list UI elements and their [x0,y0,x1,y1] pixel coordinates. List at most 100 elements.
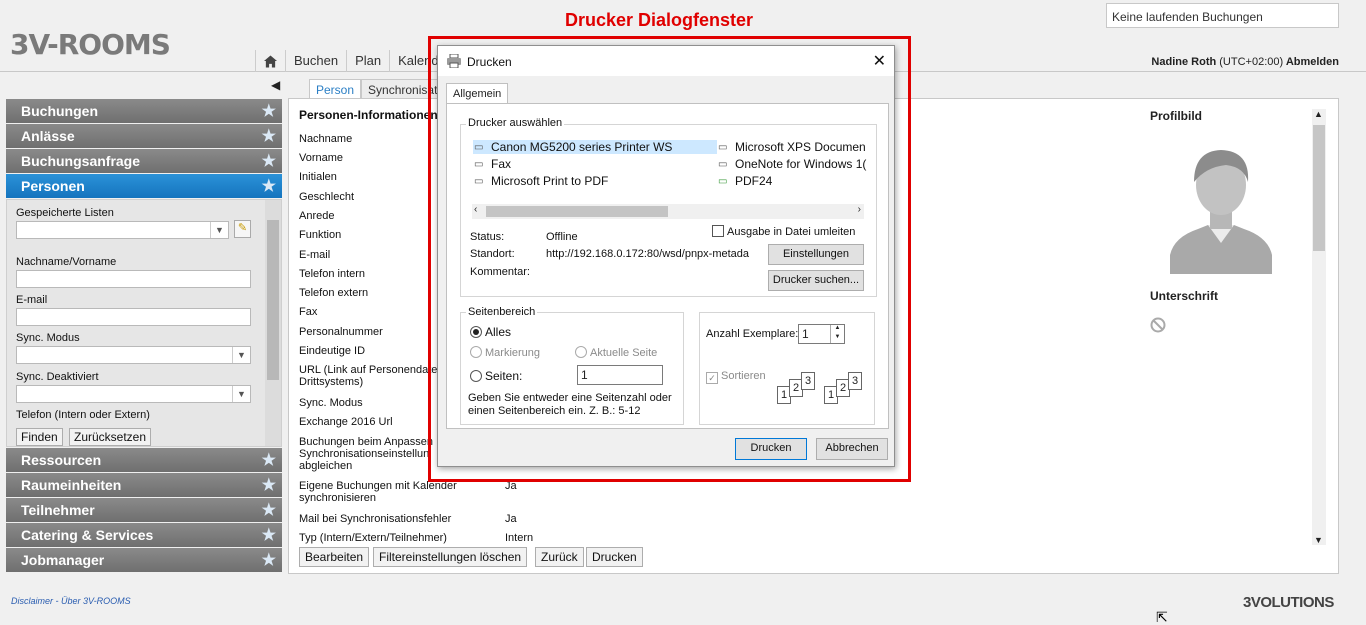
copies-stepper[interactable]: 1 ▲ ▼ [798,324,845,344]
timezone: (UTC+02:00) [1219,56,1284,68]
app-logo[interactable]: 3V-ROOMS [10,28,171,61]
sync-deactivated-select[interactable]: ▼ [16,385,251,403]
scrollbar-thumb[interactable] [267,220,279,380]
sidebar-item-buchungen[interactable]: Buchungen ★ [6,99,282,123]
chevron-down-icon[interactable]: ▼ [232,347,250,363]
printer-label: PDF24 [735,174,773,188]
chevron-up-icon[interactable]: ▲ [830,325,844,334]
booking-status-box[interactable]: Keine laufenden Buchungen [1106,3,1339,28]
nav-plan[interactable]: Plan [347,50,391,72]
home-icon[interactable] [256,50,286,72]
chevron-up-icon[interactable]: ▲ [1314,109,1323,119]
clear-filter-button[interactable]: Filtereinstellungen löschen [373,547,528,567]
filter-sync-mode-label: Sync. Modus [16,332,80,344]
back-button[interactable]: Zurück [535,547,584,567]
printer-icon: ▭ [718,159,728,170]
star-icon[interactable]: ★ [262,550,276,570]
pages-input[interactable]: 1 [577,365,663,385]
collate-checkbox[interactable]: ✓ Sortieren [706,370,766,384]
star-icon[interactable]: ★ [262,500,276,520]
logout-link[interactable]: Abmelden [1286,56,1339,68]
dialog-titlebar[interactable]: Drucken ✕ [438,46,894,76]
saved-lists-select[interactable]: ▼ [16,221,229,239]
printer-canon[interactable]: Canon MG5200 series Printer WS [473,140,717,154]
print-dialog: Drucken ✕ Allgemein Drucker auswählen Ca… [437,45,895,467]
avatar[interactable] [1166,137,1276,277]
save-list-icon[interactable]: ✎ [234,220,251,238]
sidebar-scrollbar[interactable] [265,200,281,446]
chevron-right-icon[interactable]: › [858,204,861,215]
edit-button[interactable]: Bearbeiten [299,547,370,567]
radio-icon[interactable] [470,346,482,358]
footer-links[interactable]: Disclaimer - Über 3V-ROOMS [11,596,131,606]
status-value: Offline [546,231,578,243]
radio-icon[interactable] [575,346,587,358]
chevron-down-icon[interactable]: ▼ [830,334,844,343]
chevron-down-icon[interactable]: ▼ [1314,535,1323,545]
signature-label: Unterschrift [1150,289,1219,303]
field-label: Vorname [299,152,344,164]
range-selection-radio[interactable]: Markierung [470,346,540,359]
sidebar-item-buchungsanfrage[interactable]: Buchungsanfrage ★ [6,149,282,173]
scrollbar-thumb[interactable] [486,206,668,217]
user-name: Nadine Roth [1151,56,1217,68]
printer-icon: ▭ [718,142,728,153]
radio-icon[interactable] [470,326,482,338]
name-filter-input[interactable] [16,270,251,288]
chevron-down-icon[interactable]: ▼ [232,386,250,402]
collapse-sidebar-icon[interactable]: ◀ [271,78,280,92]
radio-icon[interactable] [470,370,482,382]
range-pages-radio[interactable]: Seiten: [470,369,522,383]
sidebar-item-raumeinheiten[interactable]: Raumeinheiten ★ [6,473,282,497]
field-label: Funktion [299,229,342,241]
scrollbar-thumb[interactable] [1313,125,1325,251]
sync-mode-select[interactable]: ▼ [16,346,251,364]
tab-general[interactable]: Allgemein [446,83,509,104]
sidebar-item-ressourcen[interactable]: Ressourcen ★ [6,448,282,472]
chevron-left-icon[interactable]: ‹ [474,204,477,215]
printer-list-hscroll[interactable]: ‹ › [472,204,864,219]
print-to-file-checkbox[interactable]: Ausgabe in Datei umleiten [712,225,855,238]
chevron-down-icon[interactable]: ▼ [210,222,228,238]
checkbox-icon[interactable]: ✓ [706,372,718,384]
sidebar-item-label: Catering & Services [21,527,154,543]
printer-onenote[interactable]: OneNote for Windows 1( [717,157,867,171]
content-scrollbar[interactable]: ▲ ▼ [1312,109,1326,545]
checkbox-icon[interactable] [712,225,724,237]
dialog-cancel-button[interactable]: Abbrechen [816,438,888,460]
find-printer-button[interactable]: Drucker suchen... [768,270,864,291]
page-range-hint: Geben Sie entweder eine Seitenzahl oder … [468,392,672,417]
reset-button[interactable]: Zurücksetzen [69,428,152,446]
sidebar-item-catering[interactable]: Catering & Services ★ [6,523,282,547]
field-value: Intern [505,532,534,544]
tab-person[interactable]: Person [309,79,362,99]
sidebar-item-personen[interactable]: Personen ★ [6,174,282,198]
star-icon[interactable]: ★ [262,151,276,171]
star-icon[interactable]: ★ [262,450,276,470]
star-icon[interactable]: ★ [262,101,276,121]
printer-ms-pdf[interactable]: Microsoft Print to PDF [473,174,608,188]
printer-label: Microsoft XPS Documen [735,140,866,154]
sidebar-item-label: Ressourcen [21,452,102,468]
printer-xps[interactable]: Microsoft XPS Documen [717,140,867,154]
star-icon[interactable]: ★ [262,126,276,146]
star-icon[interactable]: ★ [262,525,276,545]
close-icon[interactable]: ✕ [873,51,886,71]
dialog-tab-panel: Drucker auswählen Canon MG5200 series Pr… [446,103,889,429]
star-icon[interactable]: ★ [262,176,276,196]
settings-button[interactable]: Einstellungen [768,244,864,265]
email-filter-input[interactable] [16,308,251,326]
nav-buchen[interactable]: Buchen [286,50,348,72]
collate-illustration-icon: 123 [824,372,869,408]
range-all-radio[interactable]: Alles [470,325,511,339]
sidebar-item-teilnehmer[interactable]: Teilnehmer ★ [6,498,282,522]
find-button[interactable]: Finden [16,428,63,446]
star-icon[interactable]: ★ [262,475,276,495]
sidebar-item-anlaesse[interactable]: Anlässe ★ [6,124,282,148]
print-button[interactable]: Drucken [586,547,643,567]
sidebar-item-jobmanager[interactable]: Jobmanager ★ [6,548,282,572]
field-label: Typ (Intern/Extern/Teilnehmer) [299,532,447,544]
dialog-print-button[interactable]: Drucken [735,438,807,460]
range-current-page-radio[interactable]: Aktuelle Seite [575,346,657,359]
brand-logo: 3VOLUTIONS [1243,594,1334,611]
